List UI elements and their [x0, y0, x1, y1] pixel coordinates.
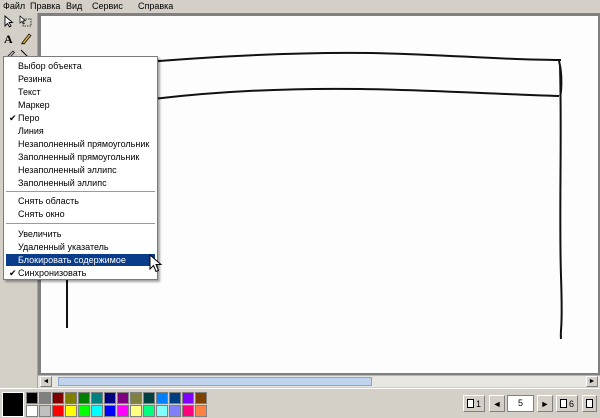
menu-item-label: Текст — [18, 87, 41, 97]
menu-item-pen[interactable]: ✔ Перо — [6, 112, 155, 124]
menu-item-label: Синхронизовать — [18, 268, 87, 278]
scroll-right-button[interactable]: ► — [586, 376, 598, 387]
menu-item-label: Резинка — [18, 74, 52, 84]
menu-item-label: Перо — [18, 113, 40, 123]
palette-swatch[interactable] — [52, 405, 64, 417]
menu-item-filled-rectangle[interactable]: Заполненный прямоугольник — [6, 151, 155, 163]
scroll-right-icon: ► — [588, 378, 596, 385]
menu-item-label: Заполненный прямоугольник — [18, 152, 140, 162]
palette-swatch[interactable] — [78, 392, 90, 404]
menu-help[interactable]: Справка — [138, 1, 173, 12]
menu-item-synchronize[interactable]: ✔ Синхронизовать — [6, 267, 155, 279]
menu-item-capture-area[interactable]: Снять область — [6, 195, 155, 207]
palette-swatch[interactable] — [169, 392, 181, 404]
color-palette — [26, 392, 207, 417]
palette-swatch[interactable] — [156, 405, 168, 417]
select-arrow-icon[interactable] — [2, 14, 17, 29]
palette-swatch[interactable] — [104, 405, 116, 417]
page-number-field[interactable]: 5 — [507, 395, 534, 412]
select-area-icon[interactable] — [18, 14, 33, 29]
palette-swatch[interactable] — [91, 392, 103, 404]
menu-edit[interactable]: Правка — [30, 1, 60, 12]
palette-swatch[interactable] — [130, 392, 142, 404]
scrollbar-thumb[interactable] — [58, 377, 372, 386]
marker-tool-icon[interactable] — [18, 31, 33, 46]
palette-swatch[interactable] — [156, 392, 168, 404]
palette-swatch[interactable] — [169, 405, 181, 417]
palette-swatch[interactable] — [104, 392, 116, 404]
menu-item-remote-pointer[interactable]: Удаленный указатель — [6, 241, 155, 253]
svg-text:A: A — [4, 32, 13, 45]
menu-item-label: Заполненный эллипс — [18, 178, 107, 188]
palette-swatch[interactable] — [65, 405, 77, 417]
menu-item-text[interactable]: Текст — [6, 86, 155, 98]
scroll-left-button[interactable]: ◄ — [40, 376, 52, 387]
menu-item-label: Незаполненный прямоугольник — [18, 139, 150, 149]
menu-item-label: Маркер — [18, 100, 50, 110]
first-page-button[interactable]: 1 — [463, 395, 485, 412]
palette-swatch[interactable] — [52, 392, 64, 404]
text-tool-icon[interactable]: A — [2, 31, 17, 46]
palette-swatch[interactable] — [78, 405, 90, 417]
menu-item-label: Незаполненный эллипс — [18, 165, 117, 175]
palette-swatch[interactable] — [182, 392, 194, 404]
palette-swatch[interactable] — [117, 405, 129, 417]
status-bar: 1 ◄ 5 ► 6 — [0, 388, 600, 418]
menu-item-label: Снять окно — [18, 209, 65, 219]
next-page-button[interactable]: ► — [537, 395, 553, 412]
menu-item-unfilled-ellipse[interactable]: Незаполненный эллипс — [6, 164, 155, 176]
menu-item-zoom[interactable]: Увеличить — [6, 228, 155, 240]
horizontal-scrollbar[interactable]: ◄ ► — [38, 375, 600, 387]
menu-tools[interactable]: Сервис — [92, 1, 123, 12]
palette-swatch[interactable] — [91, 405, 103, 417]
page-icon — [466, 399, 474, 408]
menu-item-filled-ellipse[interactable]: Заполненный эллипс — [6, 177, 155, 189]
checkmark-icon: ✔ — [9, 268, 17, 278]
palette-swatch[interactable] — [130, 405, 142, 417]
first-page-number: 1 — [475, 398, 481, 409]
menu-item-label: Линия — [18, 126, 44, 136]
menu-file[interactable]: Файл — [3, 1, 25, 12]
tool-context-menu: Выбор объекта Резинка Текст Маркер ✔ Перо… — [3, 56, 158, 280]
menu-item-line[interactable]: Линия — [6, 125, 155, 137]
palette-swatch[interactable] — [26, 405, 38, 417]
menu-item-label: Удаленный указатель — [18, 242, 109, 252]
menu-item-marker[interactable]: Маркер — [6, 99, 155, 111]
new-page-button[interactable] — [582, 395, 597, 412]
menu-item-unfilled-rectangle[interactable]: Незаполненный прямоугольник — [6, 138, 155, 150]
menu-separator — [6, 223, 155, 224]
current-color-swatch[interactable] — [2, 392, 24, 417]
prev-page-icon: ◄ — [492, 398, 502, 409]
menu-item-label: Увеличить — [18, 229, 62, 239]
menu-item-capture-window[interactable]: Снять окно — [6, 208, 155, 220]
palette-swatch[interactable] — [26, 392, 38, 404]
scroll-left-icon: ◄ — [42, 378, 50, 385]
palette-swatch[interactable] — [65, 392, 77, 404]
palette-swatch[interactable] — [117, 392, 129, 404]
palette-swatch[interactable] — [143, 405, 155, 417]
mouse-cursor-icon — [149, 254, 163, 273]
menu-item-label: Выбор объекта — [18, 61, 82, 71]
menu-view[interactable]: Вид — [66, 1, 82, 12]
menu-separator — [6, 191, 155, 192]
palette-swatch[interactable] — [39, 405, 51, 417]
next-page-icon: ► — [540, 398, 550, 409]
menu-item-select-object[interactable]: Выбор объекта — [6, 60, 155, 72]
prev-page-button[interactable]: ◄ — [489, 395, 505, 412]
palette-swatch[interactable] — [195, 405, 207, 417]
menu-item-label: Снять область — [18, 196, 79, 206]
new-page-icon — [586, 399, 593, 408]
page-icon — [559, 399, 567, 408]
menu-item-lock-contents[interactable]: Блокировать содержимое — [6, 254, 155, 266]
last-page-button[interactable]: 6 — [556, 395, 578, 412]
palette-swatch[interactable] — [195, 392, 207, 404]
menu-bar: Файл Правка Вид Сервис Справка — [0, 0, 600, 13]
checkmark-icon: ✔ — [9, 113, 17, 123]
menu-item-eraser[interactable]: Резинка — [6, 73, 155, 85]
palette-swatch[interactable] — [143, 392, 155, 404]
palette-swatch[interactable] — [182, 405, 194, 417]
menu-item-label: Блокировать содержимое — [18, 255, 126, 265]
last-page-number: 6 — [568, 398, 574, 409]
palette-swatch[interactable] — [39, 392, 51, 404]
